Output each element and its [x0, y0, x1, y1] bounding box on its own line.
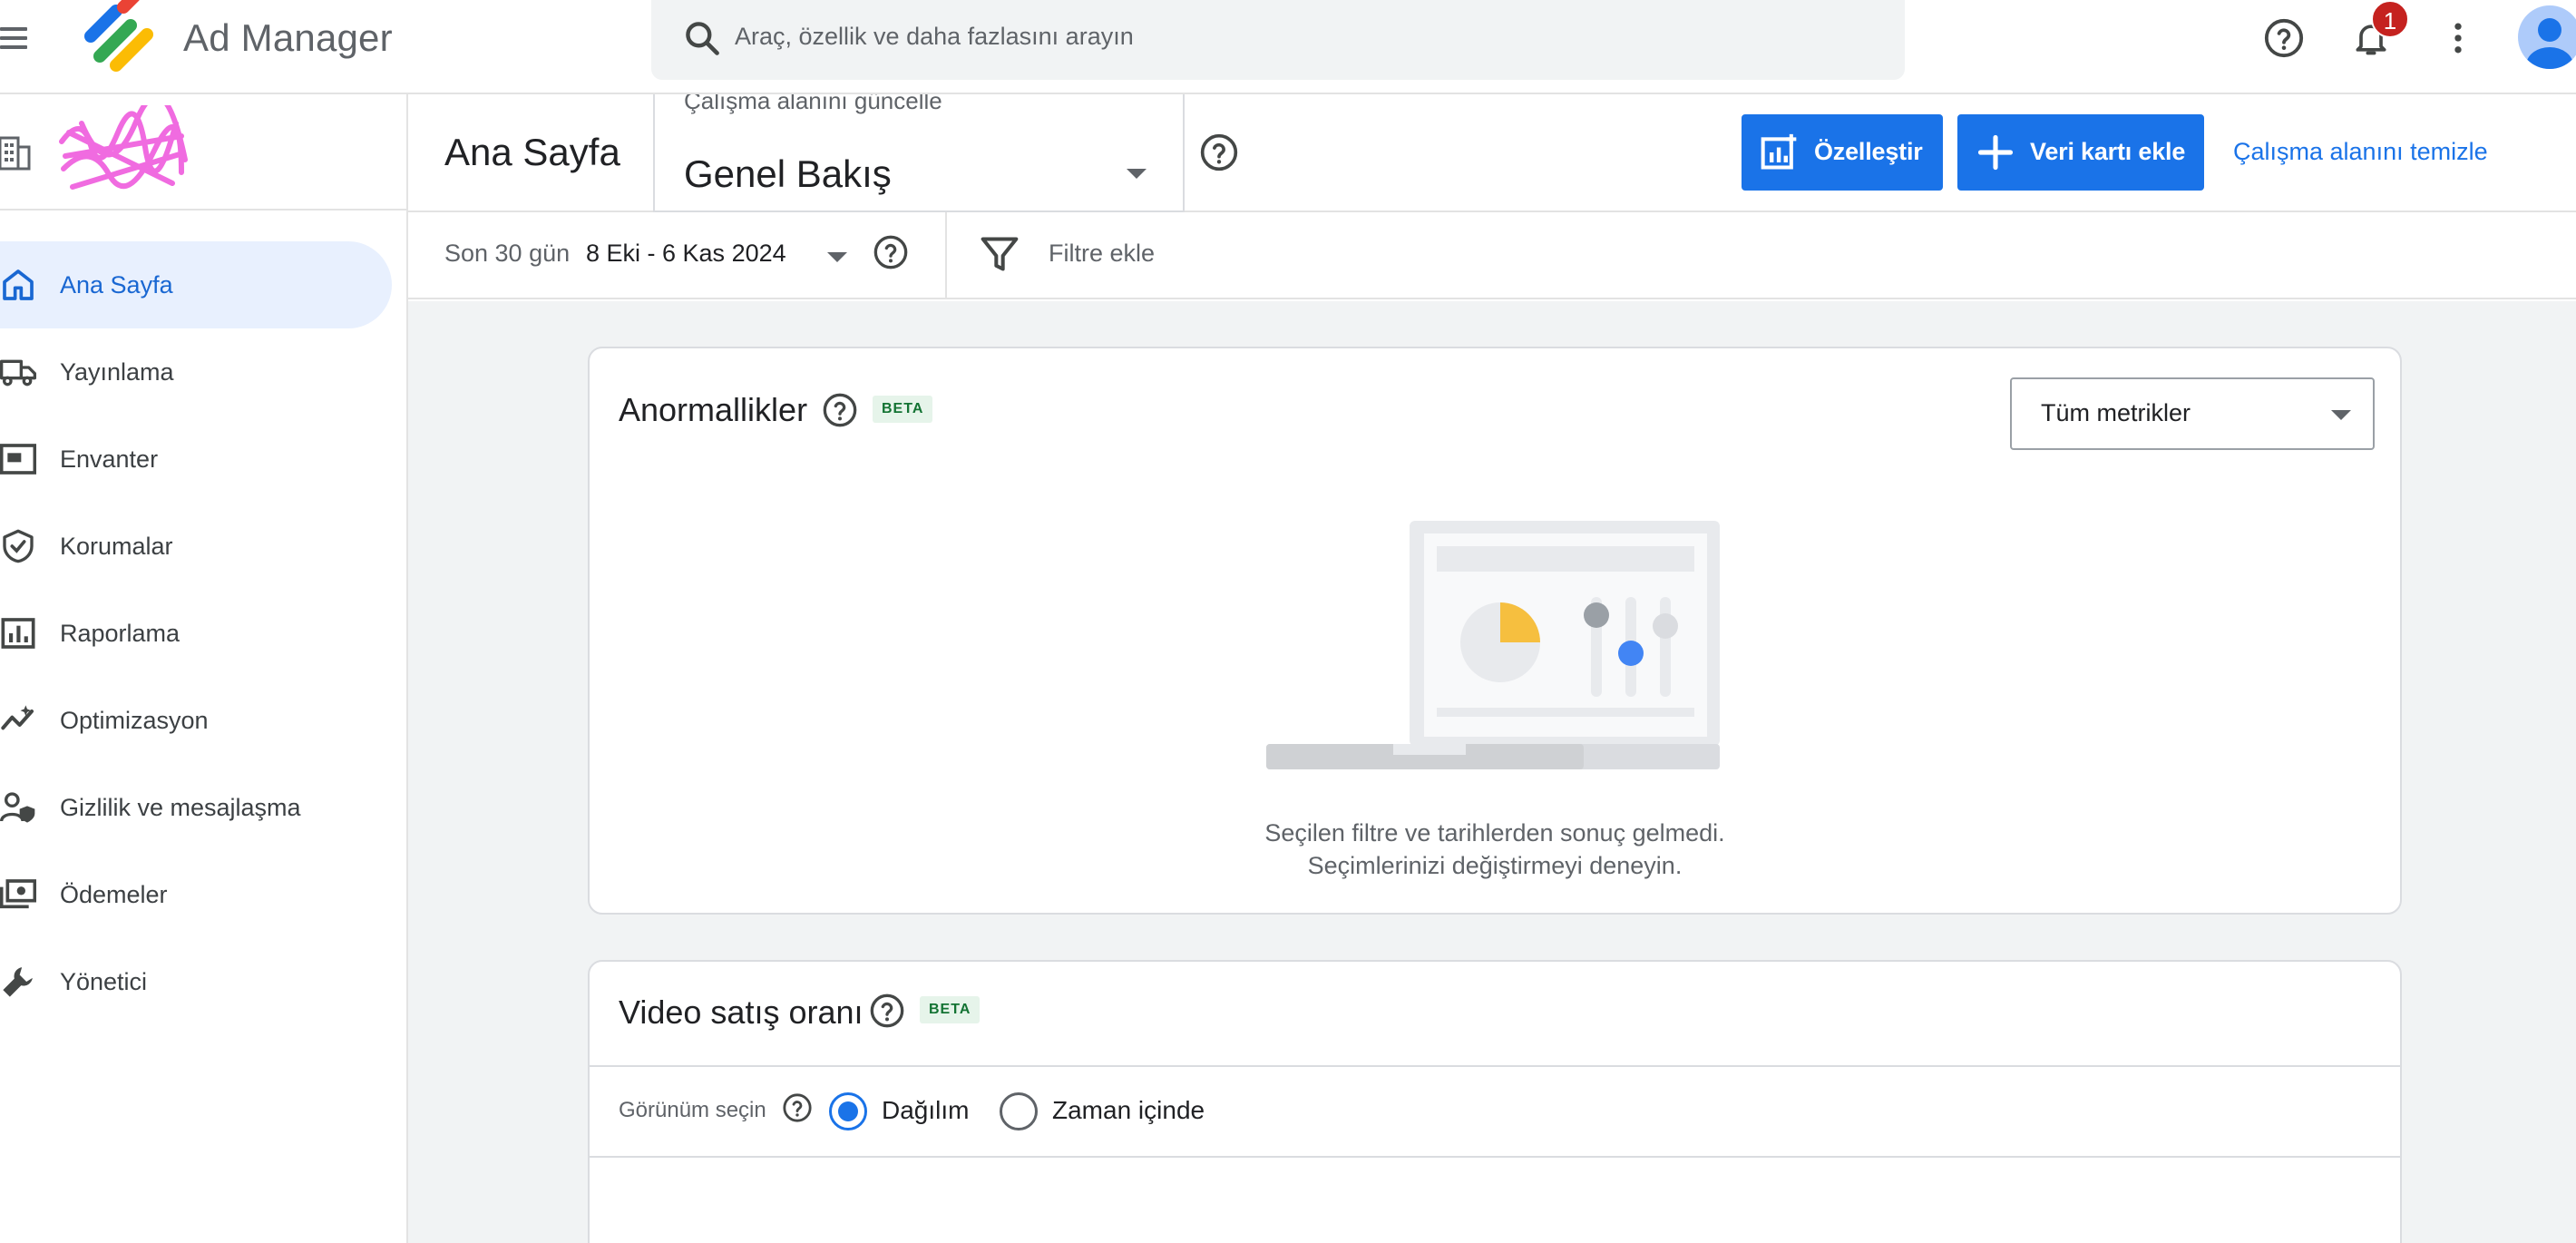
- radio-over-time-label[interactable]: Zaman içinde: [1052, 1096, 1205, 1125]
- sidebar: Ana Sayfa Yayınlama Envanter Korumalar R…: [0, 94, 408, 1243]
- sidebar-item-delivery[interactable]: Yayınlama: [0, 328, 392, 416]
- more-options-button[interactable]: [2431, 11, 2485, 65]
- filter-bar: Son 30 gün 8 Eki - 6 Kas 2024 Filtre ekl…: [408, 212, 2576, 299]
- beta-badge: BETA: [920, 996, 981, 1023]
- notification-count-badge: 1: [2371, 0, 2409, 38]
- hamburger-menu-icon[interactable]: [0, 24, 36, 71]
- sidebar-item-protections[interactable]: Korumalar: [0, 503, 392, 590]
- dropdown-arrow-icon: [1127, 169, 1147, 179]
- sidebar-item-label: Yayınlama: [60, 357, 174, 386]
- help-circle-icon[interactable]: [869, 993, 905, 1029]
- optimization-icon: [1, 705, 34, 730]
- more-vert-icon: [2454, 23, 2462, 54]
- privacy-icon: [0, 792, 35, 823]
- plus-icon: [1977, 134, 2014, 171]
- shield-check-icon: [3, 529, 34, 563]
- video-sell-through-card: Video satış oranı BETA Görünüm seçin Dağ…: [588, 960, 2402, 1243]
- search-input[interactable]: [735, 0, 1823, 73]
- empty-state-laptop-illustration: [1266, 521, 1720, 769]
- sidebar-item-admin[interactable]: Yönetici: [0, 938, 392, 1025]
- customize-chart-icon: [1761, 133, 1797, 170]
- bar-chart-icon: [1, 618, 35, 649]
- ad-manager-logo[interactable]: [78, 0, 160, 76]
- help-circle-icon[interactable]: [782, 1092, 813, 1123]
- wrench-icon: [3, 967, 33, 997]
- workspace-select-caption: Çalışma alanını güncelle: [684, 94, 942, 114]
- radio-distribution[interactable]: [829, 1092, 867, 1130]
- help-circle-icon[interactable]: [822, 392, 858, 428]
- customize-button-label: Özelleştir: [1814, 138, 1923, 165]
- sidebar-item-reporting[interactable]: Raporlama: [0, 590, 392, 677]
- sidebar-item-label: Gizlilik ve mesajlaşma: [60, 793, 301, 821]
- empty-state-message-line1: Seçilen filtre ve tarihlerden sonuç gelm…: [1264, 819, 1725, 847]
- workspace-select-value: Genel Bakış: [684, 152, 892, 195]
- top-app-bar: Ad Manager 1: [0, 0, 2576, 94]
- radio-over-time[interactable]: [1000, 1092, 1038, 1130]
- building-icon: [0, 136, 31, 171]
- sidebar-item-label: Korumalar: [60, 532, 173, 560]
- date-range-value[interactable]: 8 Eki - 6 Kas 2024: [586, 240, 786, 268]
- view-selector-label: Görünüm seçin: [619, 1098, 766, 1122]
- dropdown-arrow-icon: [2331, 410, 2351, 420]
- divider: [945, 212, 947, 299]
- home-icon: [3, 269, 34, 300]
- app-title: Ad Manager: [183, 16, 393, 59]
- clear-workspace-link[interactable]: Çalışma alanını temizle: [2233, 138, 2488, 166]
- radio-distribution-label[interactable]: Dağılım: [882, 1096, 969, 1125]
- customize-button[interactable]: Özelleştir: [1742, 114, 1943, 191]
- truck-icon: [0, 359, 36, 387]
- card-title: Anormallikler: [619, 391, 808, 428]
- sidebar-item-label: Envanter: [60, 445, 159, 473]
- sidebar-item-privacy-messaging[interactable]: Gizlilik ve mesajlaşma: [0, 764, 392, 851]
- main-content: Anormallikler BETA Tüm metrikler Seçilen…: [408, 301, 2576, 1243]
- sidebar-item-label: Raporlama: [60, 619, 181, 647]
- card-title: Video satış oranı: [619, 993, 864, 1031]
- account-avatar[interactable]: [2518, 5, 2576, 69]
- help-button[interactable]: [2257, 11, 2311, 65]
- sidebar-item-label: Yönetici: [60, 967, 148, 995]
- page-title: Ana Sayfa: [444, 131, 620, 173]
- sidebar-item-home[interactable]: Ana Sayfa: [0, 241, 392, 328]
- network-selector[interactable]: [0, 94, 406, 210]
- sidebar-item-payments[interactable]: Ödemeler: [0, 851, 392, 938]
- inventory-icon: [0, 444, 36, 475]
- payments-icon: [0, 879, 36, 909]
- view-selector-row: Görünüm seçin Dağılım Zaman içinde: [590, 1065, 2400, 1158]
- main-navigation: Ana Sayfa Yayınlama Envanter Korumalar R…: [0, 241, 406, 1025]
- metric-select[interactable]: Tüm metrikler: [2010, 377, 2375, 450]
- sidebar-item-label: Ana Sayfa: [60, 270, 173, 299]
- person-icon: [2526, 18, 2573, 69]
- date-range-dropdown-icon[interactable]: [827, 252, 847, 262]
- workspace-select[interactable]: Çalışma alanını güncelle Genel Bakış: [653, 94, 1185, 212]
- sidebar-item-inventory[interactable]: Envanter: [0, 416, 392, 503]
- page-header: Ana Sayfa Çalışma alanını güncelle Genel…: [408, 94, 2576, 212]
- search-icon: [686, 22, 719, 55]
- help-circle-icon[interactable]: [1199, 132, 1239, 172]
- help-circle-icon: [2264, 18, 2304, 58]
- sidebar-item-optimization[interactable]: Optimizasyon: [0, 677, 392, 764]
- add-data-card-button-label: Veri kartı ekle: [2030, 138, 2186, 165]
- help-circle-icon[interactable]: [873, 234, 909, 270]
- beta-badge: BETA: [873, 396, 933, 423]
- empty-state-message-line2: Seçimlerinizi değiştirmeyi deneyin.: [1307, 852, 1683, 879]
- add-data-card-button[interactable]: Veri kartı ekle: [1957, 114, 2204, 191]
- sidebar-item-label: Optimizasyon: [60, 706, 209, 734]
- search-bar[interactable]: [651, 0, 1905, 80]
- metric-select-value: Tüm metrikler: [2041, 399, 2191, 426]
- filter-icon[interactable]: [980, 234, 1020, 274]
- network-logo-redacted: [59, 105, 188, 190]
- sidebar-item-label: Ödemeler: [60, 880, 168, 908]
- add-filter-button[interactable]: Filtre ekle: [1049, 240, 1155, 268]
- date-range-label[interactable]: Son 30 gün: [444, 240, 570, 268]
- anomalies-card: Anormallikler BETA Tüm metrikler Seçilen…: [588, 347, 2402, 915]
